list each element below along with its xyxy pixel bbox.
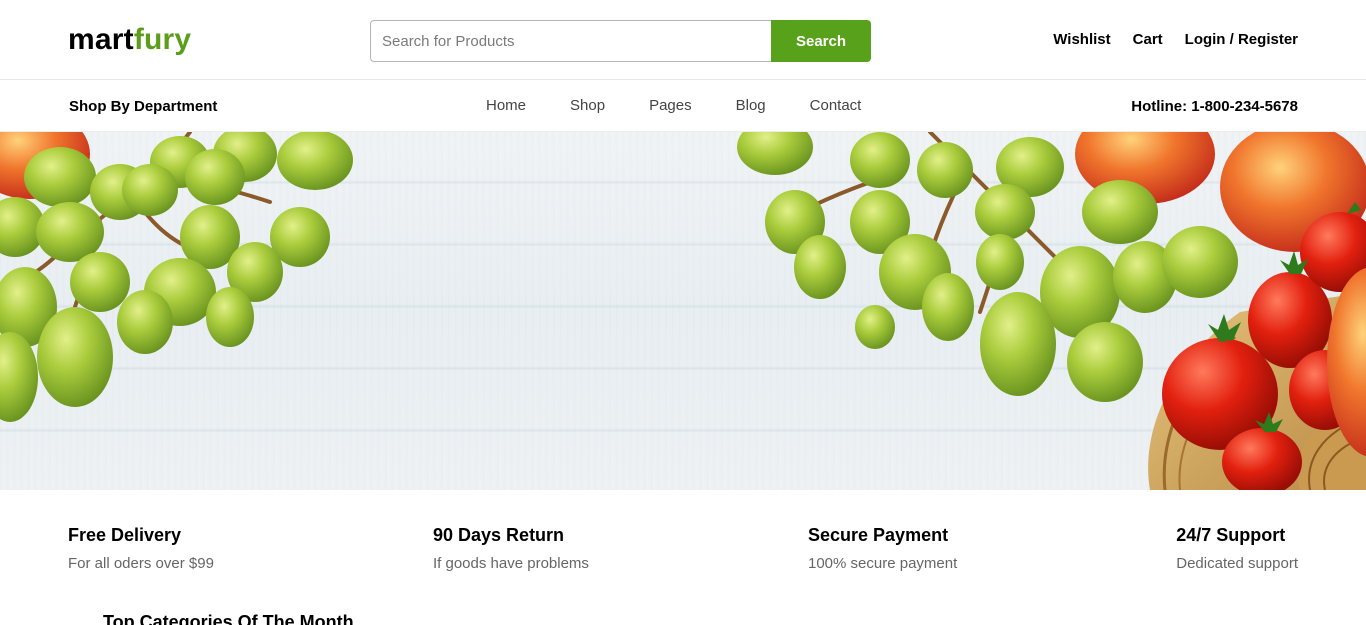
logo-text-mart: mart	[68, 23, 134, 56]
feature-desc: If goods have problems	[433, 555, 589, 572]
feature-title: Secure Payment	[808, 525, 949, 545]
nav-item-pages[interactable]: Pages	[649, 97, 692, 114]
header-links: Wishlist Cart Login / Register	[1053, 31, 1298, 48]
shop-by-department-menu[interactable]: Shop By Department	[69, 98, 217, 115]
feature-free-delivery: Free Delivery For all oders over $99	[68, 524, 214, 573]
main-nav: Shop By Department Home Shop Pages Blog …	[0, 81, 1366, 132]
section-title: Top Categories Of The Month	[103, 612, 354, 625]
hero-fruit-image	[0, 132, 1366, 490]
logo-text-fury: fury	[133, 23, 192, 56]
cart-link[interactable]: Cart	[1133, 31, 1163, 48]
wishlist-link[interactable]: Wishlist	[1053, 31, 1110, 48]
nav-item-shop[interactable]: Shop	[570, 97, 605, 114]
hotline: Hotline: 1-800-234-5678	[1131, 98, 1298, 115]
feature-title: 90 Days Return	[433, 525, 565, 545]
feature-secure-payment: Secure Payment 100% secure payment	[808, 524, 957, 573]
feature-title: 24/7 Support	[1176, 525, 1286, 545]
nav-menu: Home Shop Pages Blog Contact	[486, 97, 861, 114]
feature-desc: Dedicated support	[1176, 555, 1298, 572]
logo[interactable]: martfury	[68, 22, 191, 58]
feature-title: Free Delivery	[68, 525, 182, 545]
nav-item-contact[interactable]: Contact	[810, 97, 862, 114]
site-header: martfury Search Wishlist Cart Login / Re…	[0, 0, 1366, 80]
search-input[interactable]	[370, 20, 771, 62]
feature-desc: 100% secure payment	[808, 555, 958, 572]
hero-banner	[0, 132, 1366, 490]
feature-desc: For all oders over $99	[68, 555, 214, 572]
nav-item-home[interactable]: Home	[486, 97, 526, 114]
feature-returns: 90 Days Return If goods have problems	[433, 524, 589, 573]
login-register-link[interactable]: Login / Register	[1185, 31, 1298, 48]
search-bar: Search	[370, 20, 871, 62]
feature-support: 24/7 Support Dedicated support	[1176, 524, 1298, 573]
search-button[interactable]: Search	[771, 20, 871, 62]
nav-item-blog[interactable]: Blog	[736, 97, 766, 114]
